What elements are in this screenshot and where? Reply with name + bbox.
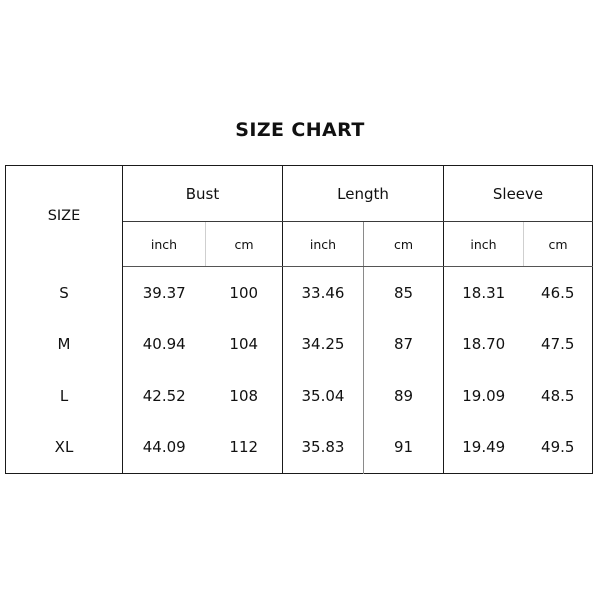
cell-sleeve-cm: 46.5	[523, 266, 593, 319]
cell-bust-inch: 40.94	[122, 318, 206, 370]
cell-size: M	[5, 318, 123, 370]
cell-length-cm: 87	[363, 318, 444, 370]
cell-bust-inch: 42.52	[122, 370, 206, 422]
cell-bust-inch: 39.37	[122, 266, 206, 319]
column-group-header-bust: Bust	[122, 165, 283, 222]
column-header-size: SIZE	[5, 165, 123, 267]
table-row: XL 44.09 112 35.83 91 19.49 49.5	[5, 421, 593, 474]
cell-bust-cm: 112	[205, 421, 283, 474]
column-group-header-sleeve: Sleeve	[443, 165, 593, 222]
cell-length-cm: 91	[363, 421, 444, 474]
table-row: L 42.52 108 35.04 89 19.09 48.5	[5, 370, 593, 422]
column-header-length-cm: cm	[363, 221, 444, 267]
column-header-sleeve-cm: cm	[523, 221, 593, 267]
cell-sleeve-inch: 18.31	[443, 266, 524, 319]
cell-length-cm: 89	[363, 370, 444, 422]
column-header-length-inch: inch	[282, 221, 364, 267]
cell-sleeve-inch: 18.70	[443, 318, 524, 370]
cell-sleeve-inch: 19.09	[443, 370, 524, 422]
cell-sleeve-inch: 19.49	[443, 421, 524, 474]
cell-length-inch: 33.46	[282, 266, 364, 319]
table-row: S 39.37 100 33.46 85 18.31 46.5	[5, 266, 593, 319]
header-row-groups: SIZE Bust Length Sleeve	[5, 165, 593, 267]
cell-bust-cm: 108	[205, 370, 283, 422]
cell-sleeve-cm: 47.5	[523, 318, 593, 370]
cell-length-inch: 34.25	[282, 318, 364, 370]
cell-bust-cm: 104	[205, 318, 283, 370]
table-body: S 39.37 100 33.46 85 18.31 46.5 M 40.94 …	[5, 266, 593, 474]
size-chart-table: SIZE Bust Length Sleeve inch cm inch cm …	[5, 165, 594, 474]
cell-size: XL	[5, 421, 123, 474]
cell-size: L	[5, 370, 123, 422]
table-head: SIZE Bust Length Sleeve inch cm inch cm …	[5, 165, 593, 267]
table-row: M 40.94 104 34.25 87 18.70 47.5	[5, 318, 593, 370]
column-header-bust-inch: inch	[122, 221, 206, 267]
column-header-bust-cm: cm	[205, 221, 283, 267]
size-chart-container: SIZE Bust Length Sleeve inch cm inch cm …	[5, 165, 594, 474]
column-group-header-length: Length	[282, 165, 444, 222]
cell-bust-inch: 44.09	[122, 421, 206, 474]
cell-size: S	[5, 266, 123, 319]
column-header-sleeve-inch: inch	[443, 221, 524, 267]
cell-sleeve-cm: 48.5	[523, 370, 593, 422]
cell-length-inch: 35.83	[282, 421, 364, 474]
cell-length-cm: 85	[363, 266, 444, 319]
cell-sleeve-cm: 49.5	[523, 421, 593, 474]
page-title: SIZE CHART	[235, 119, 365, 141]
cell-bust-cm: 100	[205, 266, 283, 319]
cell-length-inch: 35.04	[282, 370, 364, 422]
